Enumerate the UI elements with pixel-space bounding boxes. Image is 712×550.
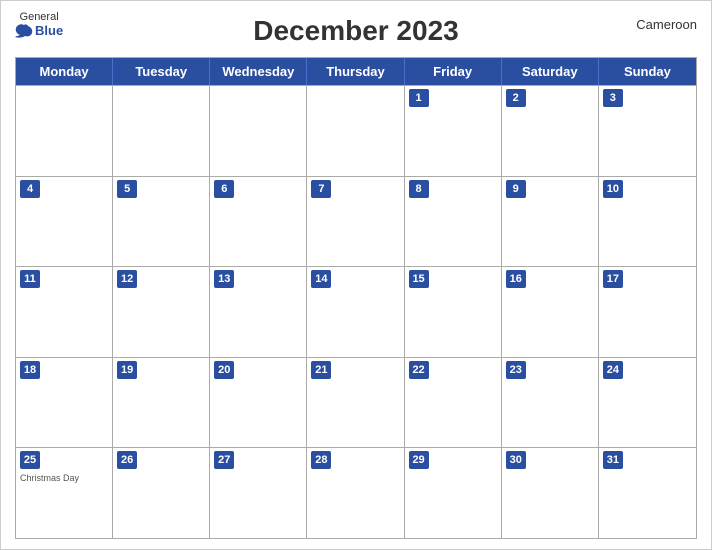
logo-general-text: General [20,11,59,23]
day-number: 6 [214,180,234,198]
day-cell-5-6: 30 [502,448,599,538]
day-header-monday: Monday [16,58,113,85]
day-cell-2-1: 4 [16,177,113,267]
day-header-wednesday: Wednesday [210,58,307,85]
day-number: 7 [311,180,331,198]
day-cell-1-7: 3 [599,86,696,176]
day-cell-2-2: 5 [113,177,210,267]
day-cell-3-2: 12 [113,267,210,357]
week-row-5: 25 Christmas Day 26 27 28 29 30 31 [16,447,696,538]
day-cell-2-4: 7 [307,177,404,267]
day-number: 14 [311,270,331,288]
day-cell-1-3 [210,86,307,176]
day-cell-4-3: 20 [210,358,307,448]
day-number: 11 [20,270,40,288]
day-number: 28 [311,451,331,469]
week-row-1: 1 2 3 [16,85,696,176]
day-number: 20 [214,361,234,379]
day-cell-5-3: 27 [210,448,307,538]
day-number: 15 [409,270,429,288]
day-cell-2-3: 6 [210,177,307,267]
day-cell-1-4 [307,86,404,176]
day-header-thursday: Thursday [307,58,404,85]
day-cell-2-6: 9 [502,177,599,267]
day-number: 26 [117,451,137,469]
day-number: 21 [311,361,331,379]
day-cell-5-4: 28 [307,448,404,538]
day-cell-3-4: 14 [307,267,404,357]
day-cell-5-7: 31 [599,448,696,538]
day-number: 5 [117,180,137,198]
logo: General Blue [15,11,63,39]
day-cell-1-5: 1 [405,86,502,176]
day-cell-3-5: 15 [405,267,502,357]
calendar-wrapper: General Blue December 2023 Cameroon Mond… [0,0,712,550]
day-number: 27 [214,451,234,469]
day-cell-4-6: 23 [502,358,599,448]
day-cell-5-1: 25 Christmas Day [16,448,113,538]
day-number: 23 [506,361,526,379]
day-cell-1-6: 2 [502,86,599,176]
day-cell-4-4: 21 [307,358,404,448]
day-number: 1 [409,89,429,107]
day-number: 3 [603,89,623,107]
day-cell-2-7: 10 [599,177,696,267]
weeks-container: 1234567891011121314151617181920212223242… [16,85,696,538]
day-cell-4-7: 24 [599,358,696,448]
calendar-title: December 2023 [253,15,458,47]
day-header-tuesday: Tuesday [113,58,210,85]
day-cell-3-1: 11 [16,267,113,357]
day-number: 12 [117,270,137,288]
day-headers-row: Monday Tuesday Wednesday Thursday Friday… [16,58,696,85]
week-row-3: 11 12 13 14 15 16 17 [16,266,696,357]
calendar-country: Cameroon [636,17,697,32]
day-number: 2 [506,89,526,107]
day-number: 29 [409,451,429,469]
day-number: 31 [603,451,623,469]
day-number: 16 [506,270,526,288]
day-number: 9 [506,180,526,198]
day-cell-4-1: 18 [16,358,113,448]
day-cell-3-3: 13 [210,267,307,357]
holiday-label: Christmas Day [20,473,108,483]
day-number: 18 [20,361,40,379]
week-row-4: 18 19 20 21 22 23 24 [16,357,696,448]
day-cell-2-5: 8 [405,177,502,267]
day-number: 30 [506,451,526,469]
day-number: 19 [117,361,137,379]
calendar-header: General Blue December 2023 Cameroon [15,11,697,51]
day-cell-5-5: 29 [405,448,502,538]
day-number: 25 [20,451,40,469]
day-number: 22 [409,361,429,379]
logo-blue-text: Blue [15,23,63,39]
week-row-2: 4 5 6 7 8 9 10 [16,176,696,267]
day-header-sunday: Sunday [599,58,696,85]
day-cell-5-2: 26 [113,448,210,538]
day-number: 17 [603,270,623,288]
day-cell-3-7: 17 [599,267,696,357]
logo-bird-icon [15,23,33,39]
day-header-friday: Friday [405,58,502,85]
day-header-saturday: Saturday [502,58,599,85]
day-cell-1-2 [113,86,210,176]
day-cell-1-1 [16,86,113,176]
day-cell-3-6: 16 [502,267,599,357]
day-number: 8 [409,180,429,198]
day-cell-4-5: 22 [405,358,502,448]
day-cell-4-2: 19 [113,358,210,448]
day-number: 24 [603,361,623,379]
day-number: 13 [214,270,234,288]
day-number: 10 [603,180,623,198]
calendar-grid: Monday Tuesday Wednesday Thursday Friday… [15,57,697,539]
day-number: 4 [20,180,40,198]
